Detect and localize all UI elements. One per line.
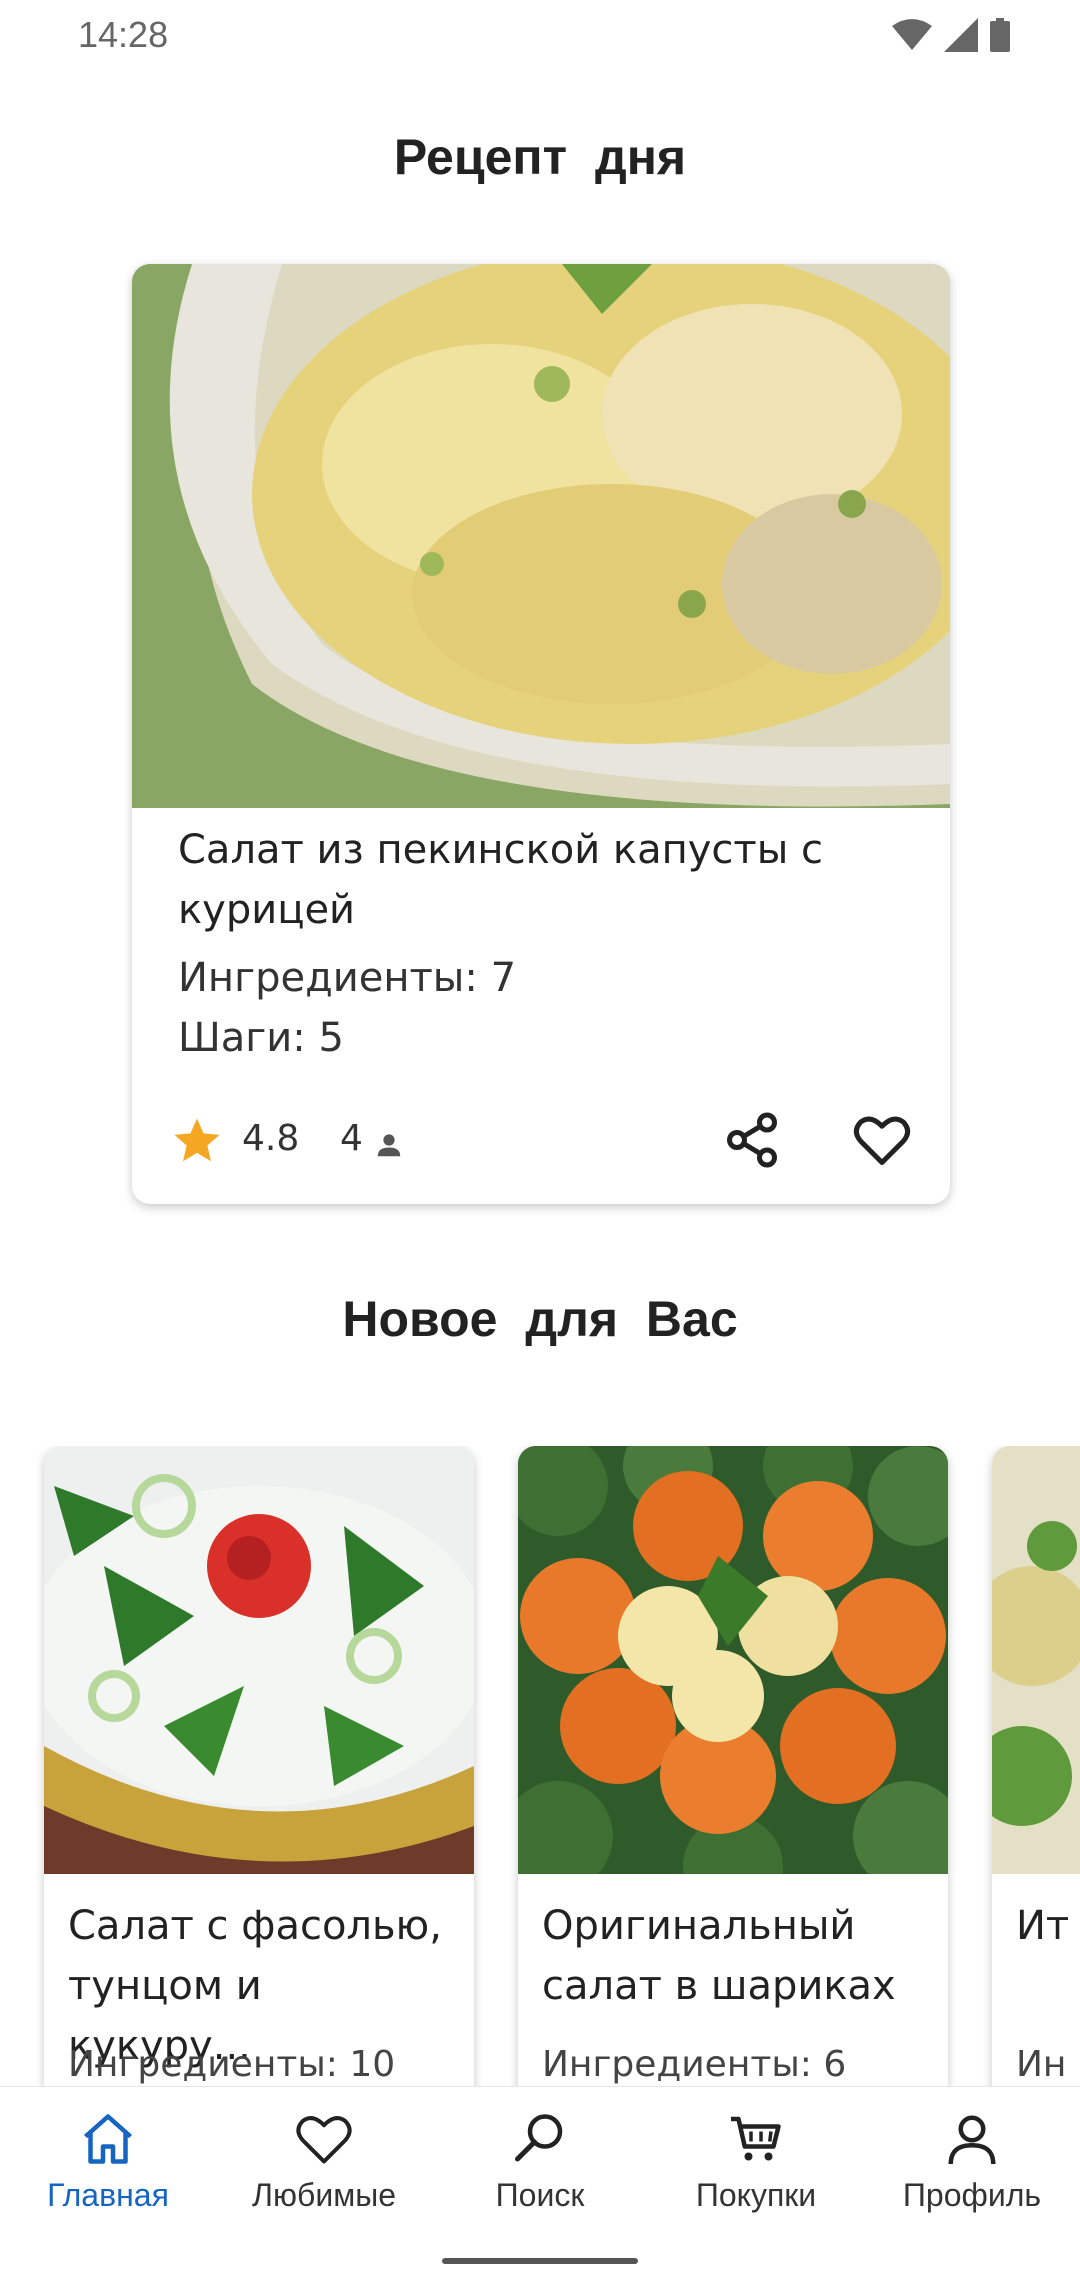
new-recipe-card[interactable]: Ит са Ин xyxy=(992,1446,1080,2086)
home-icon xyxy=(84,2114,132,2164)
recipe-of-day-heading: Рецепт дня xyxy=(393,129,687,185)
favorite-heart-icon[interactable] xyxy=(850,1110,914,1170)
recipe-people-count: 4 xyxy=(340,1118,363,1159)
new-recipe-ingredients: Ингредиенты: 10 xyxy=(68,2044,396,2085)
recipe-steps: Шаги: 5 xyxy=(178,1015,344,1061)
status-bar: 14:28 xyxy=(0,0,1080,70)
new-recipe-ingredients: Ин xyxy=(1016,2044,1067,2085)
new-recipe-card[interactable]: Салат с фасолью, тунцом и кукуру... Ингр… xyxy=(44,1446,474,2086)
recipe-of-day-card[interactable]: Салат из пекинской капусты с курицей Инг… xyxy=(132,264,950,1204)
status-icons xyxy=(892,18,1010,52)
nav-label: Профиль xyxy=(902,2177,1042,2213)
nav-item-favorites[interactable]: Любимые xyxy=(216,2109,432,2214)
nav-item-shopping[interactable]: Покупки xyxy=(648,2109,864,2214)
bottom-navigation: Главная Любимые Поиск Покупки Профиль xyxy=(0,2086,1080,2280)
recipe-rating: 4.8 xyxy=(242,1118,300,1159)
home-indicator[interactable] xyxy=(442,2258,638,2264)
nav-item-home[interactable]: Главная xyxy=(0,2109,216,2214)
new-for-you-heading: Новое для Вас xyxy=(342,1291,738,1347)
heart-icon xyxy=(296,2116,352,2164)
nav-label: Главная xyxy=(47,2177,169,2213)
recipe-footer: 4.8 4 xyxy=(132,1104,950,1184)
new-recipe-ingredients: Ингредиенты: 6 xyxy=(542,2044,847,2085)
new-recipe-card[interactable]: Оригинальный салат в шариках Ингредиенты… xyxy=(518,1446,948,2086)
nav-label: Любимые xyxy=(252,2177,396,2213)
new-recipe-title: Оригинальный салат в шариках xyxy=(542,1903,896,2009)
profile-icon xyxy=(948,2115,996,2165)
cart-icon xyxy=(731,2116,781,2161)
recipe-ingredients: Ингредиенты: 7 xyxy=(178,955,517,1001)
nav-label: Покупки xyxy=(695,2177,817,2213)
recipe-title: Салат из пекинской капусты с курицей xyxy=(178,827,823,933)
recipe-photo xyxy=(44,1446,474,1874)
recipe-photo xyxy=(992,1446,1080,1874)
recipe-photo xyxy=(132,264,950,808)
star-icon xyxy=(174,1118,220,1162)
search-icon xyxy=(515,2114,563,2162)
new-recipes-row[interactable]: Салат с фасолью, тунцом и кукуру... Ингр… xyxy=(0,1446,1080,2086)
recipe-info: Салат из пекинской капусты с курицей Инг… xyxy=(178,820,918,1068)
share-icon[interactable] xyxy=(722,1110,782,1170)
status-time: 14:28 xyxy=(78,14,169,55)
nav-item-profile[interactable]: Профиль xyxy=(864,2109,1080,2214)
recipe-photo xyxy=(518,1446,948,1874)
battery-icon xyxy=(990,18,1010,52)
nav-label: Поиск xyxy=(495,2177,585,2213)
nav-item-search[interactable]: Поиск xyxy=(432,2109,648,2214)
wifi-icon xyxy=(892,19,932,50)
person-icon xyxy=(377,1134,401,1157)
new-recipe-title: Ит са xyxy=(1016,1903,1080,1949)
signal-icon xyxy=(944,18,978,52)
